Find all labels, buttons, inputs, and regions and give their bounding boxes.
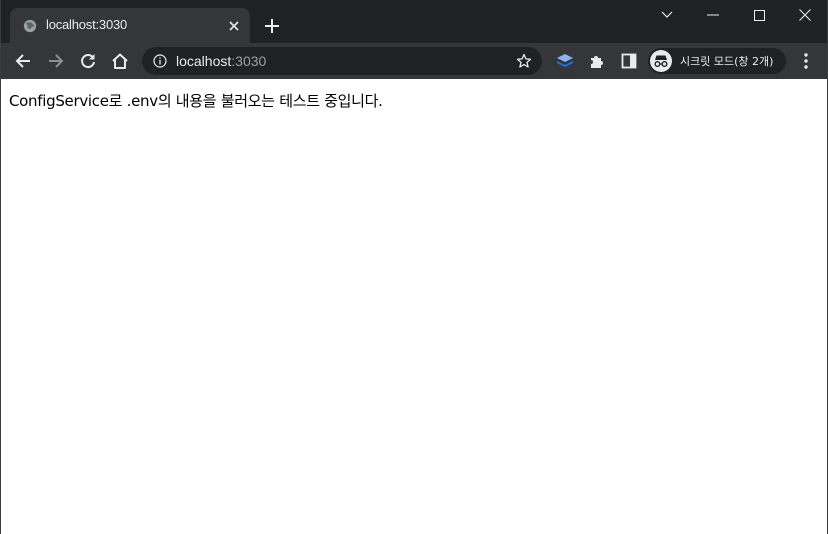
address-bar[interactable]: localhost:3030 [142,47,542,75]
layers-icon [557,54,573,67]
close-icon [799,9,811,21]
star-icon[interactable] [516,53,532,69]
page-content: ConfigService로 .env의 내용을 불러오는 테스트 중입니다. [1,79,827,534]
side-panel-icon [621,53,637,69]
incognito-label: 시크릿 모드(창 2개) [680,55,774,68]
tab-title: localhost:3030 [46,17,128,32]
arrow-left-icon [15,54,30,68]
incognito-badge[interactable]: 시크릿 모드(창 2개) [648,48,786,74]
info-icon[interactable] [153,54,167,68]
url-text[interactable]: localhost:3030 [176,53,266,69]
new-tab-button[interactable] [263,17,281,35]
side-panel-button[interactable] [619,51,639,71]
puzzle-icon [591,56,603,68]
minimize-icon [707,14,719,16]
chevron-down-icon [661,11,673,18]
forward-button[interactable] [44,49,68,73]
browser-window: localhost:3030 localhost:3030 시크릿 모드(창 2… [0,0,828,534]
page-body-text: ConfigService로 .env의 내용을 불러오는 테스트 중입니다. [9,92,383,110]
incognito-icon [654,55,668,67]
url-port: :3030 [231,53,267,69]
extension-button[interactable] [555,51,575,71]
title-bar: localhost:3030 [1,0,827,43]
home-button[interactable] [108,49,132,73]
minimize-button[interactable] [690,0,736,30]
maximize-button[interactable] [736,0,782,30]
incognito-avatar [650,50,672,72]
window-close-button[interactable] [782,0,828,30]
tab-search-button[interactable] [644,0,690,30]
url-host: localhost [176,53,232,69]
arrow-right-icon [49,54,64,68]
tab-active[interactable]: localhost:3030 [10,8,250,43]
home-icon [112,53,128,69]
extensions-button[interactable] [587,51,607,71]
back-button[interactable] [11,49,35,73]
globe-icon [23,19,37,33]
tab-close-icon[interactable] [226,18,242,34]
toolbar: localhost:3030 시크릿 모드(창 2개) [1,43,827,79]
reload-button[interactable] [76,49,100,73]
reload-icon [81,54,95,69]
kebab-menu-icon[interactable] [798,51,814,71]
maximize-icon [753,9,765,21]
